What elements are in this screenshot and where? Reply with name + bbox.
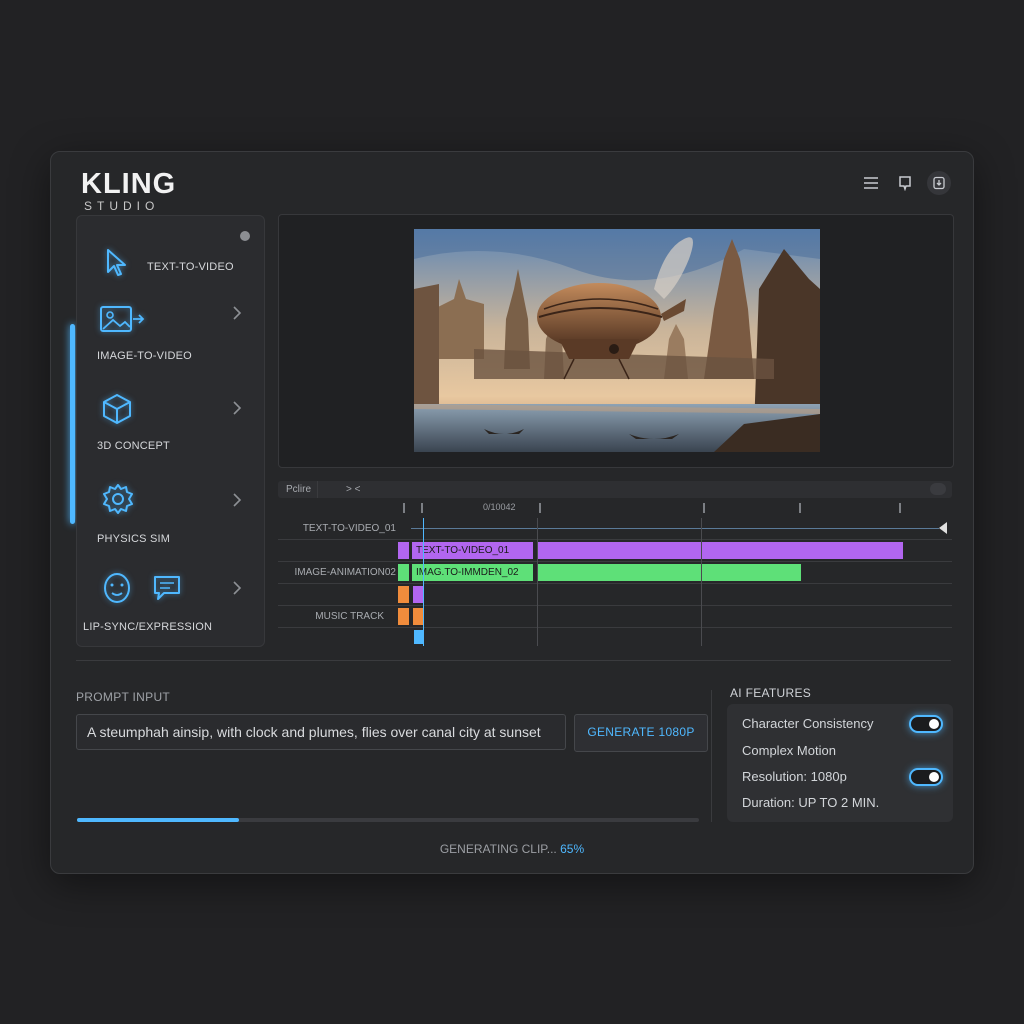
generation-status: GENERATING CLIP... 65% — [51, 842, 973, 856]
progress-fill — [77, 818, 239, 822]
audio-marker[interactable] — [398, 586, 409, 603]
sidebar: TEXT-TO-VIDEO IMAGE-TO-VIDEO 3D CONCEPT — [76, 215, 265, 647]
timeline-nav-buttons[interactable]: > < — [346, 481, 360, 498]
menu-icon[interactable] — [859, 171, 883, 195]
track-label: TEXT-TO-VIDEO_01 — [302, 523, 396, 534]
link-icon[interactable] — [930, 483, 946, 495]
video-clip[interactable]: TEXT-TO-VIDEO_01 — [412, 542, 533, 559]
section-divider — [76, 660, 951, 661]
resolution-toggle[interactable] — [909, 768, 943, 786]
download-icon[interactable] — [927, 171, 951, 195]
track-label: IMAGE-ANIMATION02 — [294, 567, 397, 578]
timeline-mode-button[interactable]: Pclire — [278, 481, 318, 498]
sidebar-item-3d-concept[interactable]: 3D CONCEPT — [77, 393, 264, 481]
track-row: TEXT-TO-VIDEO_01 — [278, 540, 952, 562]
image-clip-extended[interactable] — [537, 564, 801, 581]
sidebar-item-label: LIP-SYNC/EXPRESSION — [83, 621, 213, 633]
feature-character-consistency: Character Consistency — [742, 716, 874, 731]
notification-icon[interactable] — [893, 171, 917, 195]
face-icon — [101, 571, 133, 610]
chat-bubble-icon — [152, 574, 182, 607]
status-percent: 65% — [560, 842, 585, 856]
sidebar-item-physics-sim[interactable]: PHYSICS SIM — [77, 482, 264, 570]
timeline-toolbar: Pclire > < — [278, 481, 952, 498]
cursor-icon — [105, 248, 129, 283]
header-actions — [859, 171, 951, 195]
sidebar-item-label: PHYSICS SIM — [97, 533, 171, 545]
timeline-ruler: 0/10042 — [399, 499, 952, 516]
generate-button[interactable]: GENERATE 1080P — [574, 714, 708, 752]
chevron-right-icon — [232, 305, 242, 326]
logo-subtitle: STUDIO — [84, 199, 160, 213]
track-row: MUSIC TRACK — [278, 606, 952, 628]
ai-features-title: AI FEATURES — [730, 686, 812, 700]
timecode: 0/10042 — [483, 502, 516, 512]
feature-resolution: Resolution: 1080p — [742, 769, 847, 784]
sidebar-item-lip-sync[interactable]: LIP-SYNC/EXPRESSION — [77, 571, 264, 659]
gear-icon — [101, 482, 135, 521]
feature-complex-motion: Complex Motion — [742, 743, 836, 758]
clip-marker[interactable] — [398, 542, 409, 559]
sidebar-item-image-to-video[interactable]: IMAGE-TO-VIDEO — [77, 304, 264, 392]
audio-marker[interactable] — [414, 630, 423, 644]
video-preview[interactable] — [278, 214, 954, 468]
preview-image — [414, 229, 820, 452]
audio-marker[interactable] — [398, 608, 409, 625]
generation-progress-bar — [77, 818, 699, 822]
prompt-input[interactable]: A steumphah ainsip, with clock and plume… — [76, 714, 566, 750]
character-consistency-toggle[interactable] — [909, 715, 943, 733]
chevron-right-icon — [232, 400, 242, 421]
clip-marker[interactable] — [398, 564, 409, 581]
status-text: GENERATING CLIP... — [439, 842, 557, 856]
sidebar-item-label: IMAGE-TO-VIDEO — [97, 350, 192, 362]
app-window: KLING STUDIO TEXT-TO-VIDEO IMAGE-TO-VIDE… — [50, 151, 974, 874]
sidebar-item-label: 3D CONCEPT — [97, 440, 170, 452]
sidebar-item-label: TEXT-TO-VIDEO — [147, 261, 234, 273]
status-dot — [240, 231, 250, 241]
logo-title: KLING — [81, 168, 177, 200]
track-label: MUSIC TRACK — [315, 611, 384, 622]
cube-icon — [101, 393, 133, 430]
feature-duration: Duration: UP TO 2 MIN. — [742, 795, 880, 810]
playhead[interactable] — [423, 518, 424, 646]
prompt-label: PROMPT INPUT — [76, 690, 171, 704]
track-row: IMAGE-ANIMATION02 IMAG.TO-IMMDEN_02 — [278, 562, 952, 584]
track-row — [278, 584, 952, 606]
logo: KLING STUDIO — [81, 169, 176, 213]
vertical-divider — [711, 690, 712, 822]
track-row — [278, 628, 952, 649]
chevron-right-icon — [232, 492, 242, 513]
chevron-right-icon — [232, 580, 242, 601]
timeline-tracks: TEXT-TO-VIDEO_01 TEXT-TO-VIDEO_01 IMAGE-… — [278, 518, 952, 646]
track-row: TEXT-TO-VIDEO_01 — [278, 518, 952, 540]
sidebar-accent-bar — [70, 324, 75, 524]
image-clip[interactable]: IMAG.TO-IMMDEN_02 — [412, 564, 533, 581]
playhead-end-marker[interactable] — [939, 522, 947, 534]
image-icon — [99, 304, 147, 339]
ai-features-panel: Character Consistency Complex Motion Res… — [727, 704, 953, 822]
track-playback-line — [411, 528, 939, 529]
video-clip-extended[interactable] — [537, 542, 903, 559]
